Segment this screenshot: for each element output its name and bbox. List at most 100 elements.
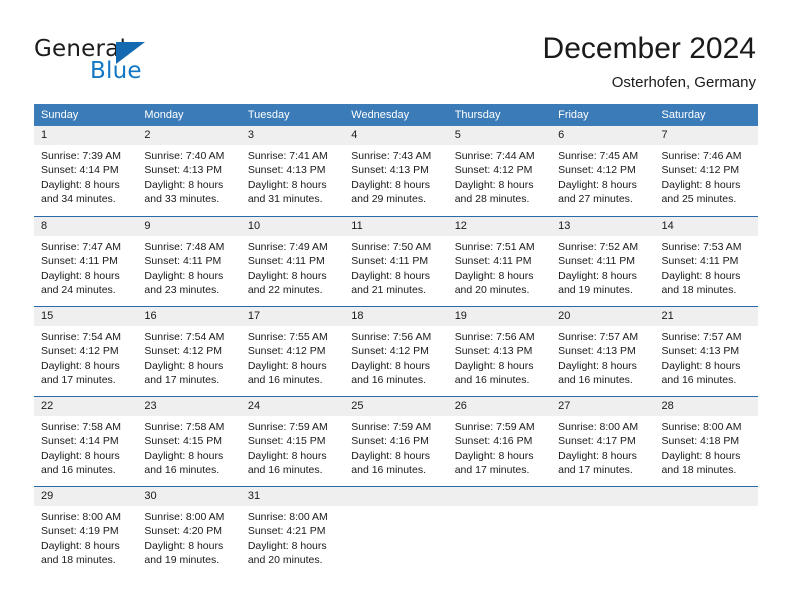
sunrise-text: Sunrise: 7:59 AM — [454, 421, 535, 433]
day-number-band — [447, 487, 552, 506]
day-number: 16 — [144, 310, 157, 322]
daylight-text-line1: Daylight: 8 hours — [144, 449, 224, 462]
day-cell[interactable]: 18 Sunrise: 7:56 AM Sunset: 4:12 PM Dayligh… — [344, 307, 448, 396]
sunrise-text: Sunrise: 7:51 AM — [454, 241, 535, 253]
daylight-text-line1: Daylight: 8 hours — [558, 449, 637, 462]
calendar-page: General Blue December 2024 Osterhofen, G… — [0, 0, 792, 612]
sunrise-text: Sunrise: 7:48 AM — [144, 241, 225, 253]
day-cell[interactable]: 7 Sunrise: 7:46 AM Sunset: 4:12 PM Daylight… — [654, 126, 758, 216]
daylight-text-line1: Daylight: 8 hours — [454, 178, 534, 191]
day-cell[interactable]: 19 Sunrise: 7:56 AM Sunset: 4:13 PM Dayligh… — [447, 307, 552, 396]
day-number: 5 — [454, 129, 461, 141]
sunrise-text: Sunrise: 7:54 AM — [41, 331, 121, 343]
calendar-week-row: 1 Sunrise: 7:39 AM Sunset: 4:14 PM Daylight… — [34, 126, 758, 216]
day-cell[interactable]: 8 Sunrise: 7:47 AM Sunset: 4:11 PM Daylight… — [34, 217, 138, 306]
sunrise-text: Sunrise: 7:54 AM — [144, 331, 225, 343]
sunset-text: Sunset: 4:12 PM — [454, 164, 533, 177]
sunset-text: Sunset: 4:14 PM — [41, 164, 119, 177]
daylight-text-line1: Daylight: 8 hours — [351, 269, 431, 282]
daylight-text-line1: Daylight: 8 hours — [144, 269, 224, 282]
day-number: 31 — [247, 490, 261, 502]
daylight-text-line1: Daylight: 8 hours — [661, 269, 741, 282]
day-cell[interactable]: 25 Sunrise: 7:59 AM Sunset: 4:16 PM Dayligh… — [344, 397, 448, 486]
day-number-band: 25 — [344, 397, 448, 416]
sunrise-text: Sunrise: 7:46 AM — [661, 150, 742, 162]
day-cell[interactable]: 9 Sunrise: 7:48 AM Sunset: 4:11 PM Daylight… — [137, 217, 241, 306]
sunrise-text: Sunrise: 8:00 AM — [247, 511, 328, 523]
day-cell[interactable]: 20 Sunrise: 7:57 AM Sunset: 4:13 PM Dayligh… — [551, 307, 655, 396]
day-cell[interactable]: 4 Sunrise: 7:43 AM Sunset: 4:13 PM Daylight… — [344, 126, 448, 216]
day-cell-body: Sunrise: 8:00 AM Sunset: 4:19 PM Daylight:… — [34, 506, 137, 568]
daylight-text-line2: and 34 minutes. — [41, 193, 116, 206]
daylight-text-line2: and 16 minutes. — [661, 374, 737, 387]
day-cell[interactable]: 3 Sunrise: 7:41 AM Sunset: 4:13 PM Daylight… — [240, 126, 345, 216]
day-cell-empty — [551, 487, 655, 576]
sunset-text: Sunset: 4:16 PM — [351, 435, 429, 448]
sunset-text: Sunset: 4:11 PM — [351, 255, 429, 268]
sunset-text: Sunset: 4:11 PM — [558, 255, 635, 268]
day-number-band — [344, 487, 448, 506]
day-cell-body: Sunrise: 7:58 AM Sunset: 4:14 PM Daylight:… — [34, 416, 137, 478]
day-cell[interactable]: 31 Sunrise: 8:00 AM Sunset: 4:21 PM Dayligh… — [240, 487, 345, 576]
day-cell[interactable]: 29 Sunrise: 8:00 AM Sunset: 4:19 PM Dayligh… — [34, 487, 138, 576]
day-cell[interactable]: 22 Sunrise: 7:58 AM Sunset: 4:14 PM Dayligh… — [34, 397, 138, 486]
day-cell[interactable]: 23 Sunrise: 7:58 AM Sunset: 4:15 PM Dayligh… — [137, 397, 241, 486]
day-number-band: 17 — [240, 307, 345, 326]
calendar-grid: Sunday Monday Tuesday Wednesday Thursday Frid… — [34, 104, 758, 576]
daylight-text-line1: Daylight: 8 hours — [144, 359, 224, 372]
brand-logo[interactable]: General Blue — [34, 36, 254, 88]
day-cell[interactable]: 24 Sunrise: 7:59 AM Sunset: 4:15 PM Dayligh… — [240, 397, 345, 486]
sunset-text: Sunset: 4:16 PM — [454, 435, 533, 448]
day-cell[interactable]: 12 Sunrise: 7:51 AM Sunset: 4:11 PM Dayligh… — [447, 217, 552, 306]
day-number-band: 14 — [654, 217, 758, 236]
daylight-text-line2: and 25 minutes. — [661, 193, 737, 206]
day-cell[interactable]: 2 Sunrise: 7:40 AM Sunset: 4:13 PM Daylight… — [137, 126, 241, 216]
day-cell[interactable]: 16 Sunrise: 7:54 AM Sunset: 4:12 PM Dayligh… — [137, 307, 241, 396]
daylight-text-line1: Daylight: 8 hours — [144, 539, 224, 552]
daylight-text-line1: Daylight: 8 hours — [558, 359, 637, 372]
day-number-band — [551, 487, 655, 506]
daylight-text-line2: and 16 minutes. — [351, 374, 426, 387]
day-cell-body: Sunrise: 8:00 AM Sunset: 4:20 PM Daylight:… — [137, 506, 240, 568]
sunrise-text: Sunrise: 7:57 AM — [558, 331, 639, 343]
day-cell[interactable]: 30 Sunrise: 8:00 AM Sunset: 4:20 PM Dayligh… — [137, 487, 241, 576]
day-number-band: 27 — [551, 397, 655, 416]
daylight-text-line1: Daylight: 8 hours — [351, 449, 431, 462]
daylight-text-line1: Daylight: 8 hours — [144, 178, 224, 191]
day-number: 28 — [661, 400, 674, 412]
day-cell[interactable]: 5 Sunrise: 7:44 AM Sunset: 4:12 PM Daylight… — [447, 126, 552, 216]
day-cell[interactable]: 17 Sunrise: 7:55 AM Sunset: 4:12 PM Dayligh… — [240, 307, 345, 396]
day-cell[interactable]: 11 Sunrise: 7:50 AM Sunset: 4:11 PM Dayligh… — [344, 217, 448, 306]
page-header: General Blue December 2024 Osterhofen, G… — [0, 0, 792, 100]
day-cell[interactable]: 21 Sunrise: 7:57 AM Sunset: 4:13 PM Dayligh… — [654, 307, 758, 396]
day-cell[interactable]: 28 Sunrise: 8:00 AM Sunset: 4:18 PM Dayligh… — [654, 397, 758, 486]
day-cell[interactable]: 13 Sunrise: 7:52 AM Sunset: 4:11 PM Dayligh… — [551, 217, 655, 306]
day-cell[interactable]: 1 Sunrise: 7:39 AM Sunset: 4:14 PM Daylight… — [34, 126, 138, 216]
daylight-text-line1: Daylight: 8 hours — [454, 449, 534, 462]
day-cell-body: Sunrise: 7:54 AM Sunset: 4:12 PM Daylight:… — [34, 326, 137, 388]
sunrise-text: Sunrise: 7:59 AM — [247, 421, 328, 433]
daylight-text-line2: and 22 minutes. — [247, 284, 323, 297]
daylight-text-line2: and 23 minutes. — [144, 284, 220, 297]
day-cell[interactable]: 27 Sunrise: 8:00 AM Sunset: 4:17 PM Dayligh… — [551, 397, 655, 486]
day-cell[interactable]: 14 Sunrise: 7:53 AM Sunset: 4:11 PM Dayligh… — [654, 217, 758, 306]
weekday-header-monday: Monday — [144, 109, 184, 121]
day-cell[interactable]: 15 Sunrise: 7:54 AM Sunset: 4:12 PM Dayligh… — [34, 307, 138, 396]
sunrise-text: Sunrise: 8:00 AM — [661, 421, 742, 433]
day-number-band: 31 — [240, 487, 345, 506]
day-cell-body: Sunrise: 7:50 AM Sunset: 4:11 PM Daylight:… — [344, 236, 447, 298]
day-cell[interactable]: 6 Sunrise: 7:45 AM Sunset: 4:12 PM Daylight… — [551, 126, 655, 216]
day-number-band: 20 — [551, 307, 655, 326]
daylight-text-line1: Daylight: 8 hours — [661, 178, 741, 191]
day-number-band: 11 — [344, 217, 448, 236]
day-cell[interactable]: 26 Sunrise: 7:59 AM Sunset: 4:16 PM Dayligh… — [447, 397, 552, 486]
day-number: 2 — [144, 129, 151, 141]
day-cell-body: Sunrise: 8:00 AM Sunset: 4:17 PM Daylight:… — [551, 416, 654, 478]
day-cell[interactable]: 10 Sunrise: 7:49 AM Sunset: 4:11 PM Dayligh… — [240, 217, 345, 306]
day-number: 20 — [558, 310, 571, 322]
sunset-text: Sunset: 4:12 PM — [351, 345, 429, 358]
sunrise-text: Sunrise: 7:45 AM — [558, 150, 639, 162]
sunset-text: Sunset: 4:20 PM — [144, 525, 223, 538]
sunset-text: Sunset: 4:11 PM — [661, 255, 739, 268]
daylight-text-line2: and 16 minutes. — [454, 374, 530, 387]
